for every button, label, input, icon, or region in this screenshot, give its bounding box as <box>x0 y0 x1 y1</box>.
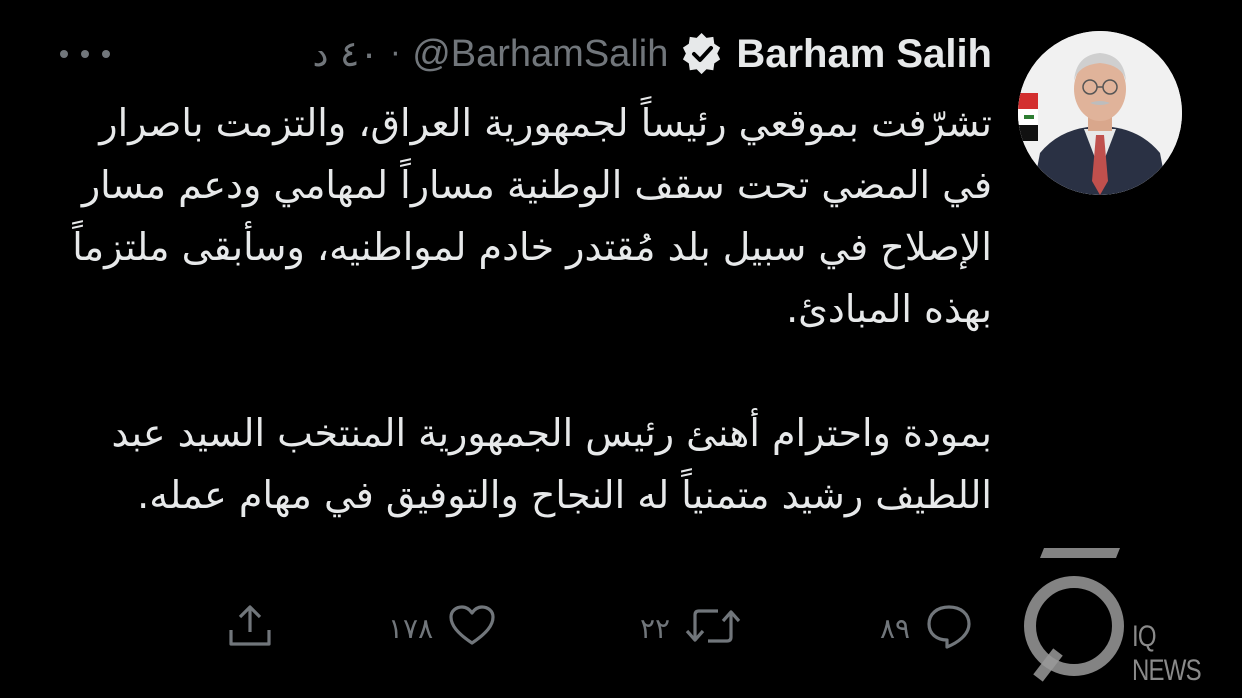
retweet-button[interactable]: ٢٢ <box>640 600 742 656</box>
avatar[interactable] <box>1018 31 1182 195</box>
retweet-icon <box>684 603 742 653</box>
share-button[interactable] <box>226 600 274 656</box>
share-icon <box>226 602 274 654</box>
watermark-text: IQ NEWS <box>1132 620 1202 687</box>
reply-icon <box>924 603 974 653</box>
like-count: ١٧٨ <box>388 611 434 645</box>
more-dots-icon[interactable] <box>60 39 110 69</box>
avatar-photo <box>1018 31 1182 195</box>
tweet-paragraph: تشرّفت بموقعي رئيساً لجمهورية العراق، وا… <box>72 101 992 331</box>
verified-badge-icon <box>680 32 724 76</box>
retweet-count: ٢٢ <box>640 611 671 645</box>
like-button[interactable]: ١٧٨ <box>388 600 497 656</box>
author-handle[interactable]: @BarhamSalih <box>412 33 668 76</box>
reply-count: ٨٩ <box>880 611 911 645</box>
tweet-text: تشرّفت بموقعي رئيساً لجمهورية العراق، وا… <box>60 92 992 526</box>
author-name[interactable]: Barham Salih <box>736 32 992 77</box>
tweet-timestamp[interactable]: ٤٠ د <box>313 34 379 75</box>
meta-separator: · <box>390 36 401 72</box>
reply-button[interactable]: ٨٩ <box>880 600 974 656</box>
tweet-paragraph: بمودة واحترام أهنئ رئيس الجمهورية المنتخ… <box>111 411 992 517</box>
heart-icon <box>447 603 497 653</box>
tweet-header: Barham Salih @BarhamSalih · ٤٠ د <box>60 26 992 82</box>
